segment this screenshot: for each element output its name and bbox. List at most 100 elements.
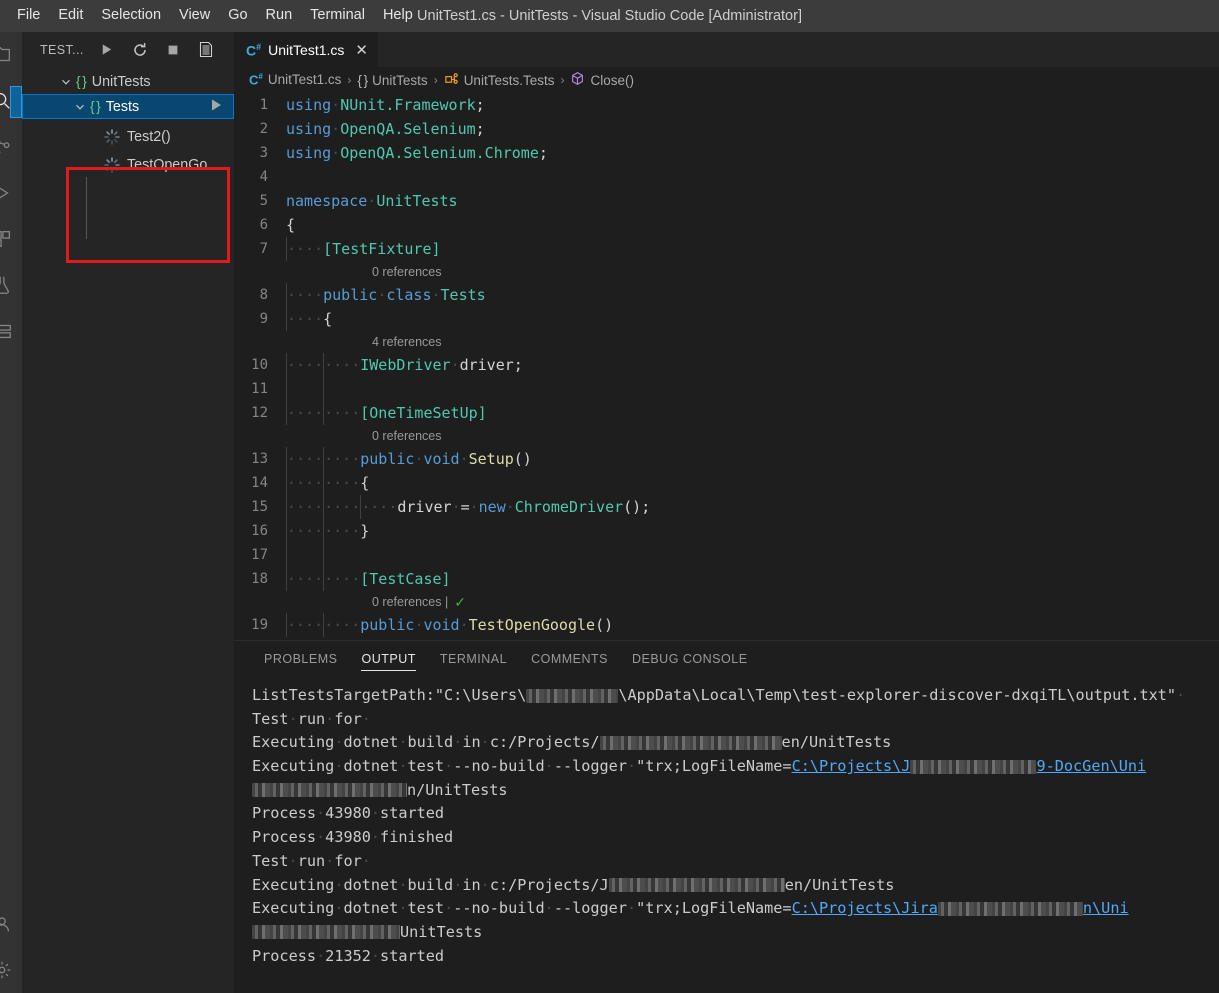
output-line: n/UnitTests	[252, 779, 1219, 803]
codelens-test-passed-icon[interactable]: ✓	[454, 590, 466, 614]
code-line[interactable]: 17	[234, 543, 1219, 567]
panel-tab-problems[interactable]: PROBLEMS	[252, 641, 349, 676]
output-line: Executing·dotnet·test·--no-build·--logge…	[252, 757, 1147, 776]
run-suite-button[interactable]	[208, 97, 224, 117]
code-line[interactable]: 2 using·OpenQA.Selenium;	[234, 117, 1219, 141]
code-text: ········{	[286, 471, 369, 495]
code-line[interactable]: 13 ········public·void·Setup()	[234, 447, 1219, 471]
stop-tests-button[interactable]	[163, 40, 183, 60]
line-number: 11	[251, 381, 268, 397]
code-line[interactable]: 9 ····{	[234, 307, 1219, 331]
menu-item-help[interactable]: Help	[374, 3, 422, 28]
breadcrumb-item-namespace[interactable]: { } UnitTests	[357, 73, 427, 88]
tree-item-unittests[interactable]: { } UnitTests	[22, 69, 234, 94]
close-icon[interactable]: ✕	[355, 43, 368, 58]
codelens-label[interactable]: 0 references	[286, 260, 441, 284]
codelens-references[interactable]: 0 references	[234, 425, 1219, 447]
tree-item-tests[interactable]: { } Tests	[22, 94, 234, 119]
testing-icon[interactable]	[0, 262, 20, 308]
code-line[interactable]: 1 using·NUnit.Framework;	[234, 93, 1219, 117]
code-text: namespace·UnitTests	[286, 192, 458, 210]
panel-tab-output[interactable]: OUTPUT	[349, 641, 427, 676]
panel-tab-debug-console[interactable]: DEBUG CONSOLE	[620, 641, 760, 676]
code-line[interactable]: 5 namespace·UnitTests	[234, 189, 1219, 213]
activity-bar	[0, 32, 22, 993]
output-line: Process·43980·started	[252, 804, 445, 823]
csharp-file-icon: C#	[249, 72, 263, 88]
line-number: 10	[251, 357, 268, 373]
breadcrumb-item-class[interactable]: UnitTests.Tests	[444, 71, 554, 89]
codelens-references[interactable]: 0 references	[234, 261, 1219, 283]
menu-item-terminal[interactable]: Terminal	[301, 3, 374, 28]
remote-explorer-icon[interactable]	[0, 308, 20, 354]
output-line: Test·run·for·	[252, 851, 371, 870]
menu-item-file[interactable]: File	[8, 3, 49, 28]
code-line[interactable]: 14 ········{	[234, 471, 1219, 495]
menu-item-go[interactable]: Go	[219, 3, 256, 28]
codelens-label[interactable]: 0 references |	[286, 590, 448, 614]
code-line[interactable]: 4	[234, 165, 1219, 189]
code-line[interactable]: 10 ········IWebDriver·driver;	[234, 353, 1219, 377]
code-line[interactable]: 11	[234, 377, 1219, 401]
code-line[interactable]: 18 ········[TestCase]	[234, 567, 1219, 591]
code-line[interactable]: 3 using·OpenQA.Selenium.Chrome;	[234, 141, 1219, 165]
show-test-output-button[interactable]	[196, 40, 216, 60]
codelens-label[interactable]: 0 references	[286, 424, 441, 448]
chevron-down-icon[interactable]	[72, 99, 88, 115]
output-view[interactable]: ListTestsTargetPath:"C:\Users\ \AppData\L…	[234, 676, 1219, 993]
menu-item-run[interactable]: Run	[257, 3, 302, 28]
tree-item-label: UnitTests	[91, 73, 151, 90]
code-line[interactable]: 16 ········}	[234, 519, 1219, 543]
code-line[interactable]: 12 ········[OneTimeSetUp]	[234, 401, 1219, 425]
list-item-label: Test2()	[127, 129, 171, 145]
menu-item-selection[interactable]: Selection	[92, 3, 170, 28]
code-line[interactable]: 7 ····[TestFixture]	[234, 237, 1219, 261]
refresh-tests-button[interactable]	[130, 40, 150, 60]
code-line[interactable]: 15 ············driver·=·new·ChromeDriver(…	[234, 495, 1219, 519]
editor-group: C# UnitTest1.cs ✕ C# UnitTest1.cs › { } …	[234, 32, 1219, 993]
tab-unittest1-cs[interactable]: C# UnitTest1.cs ✕	[234, 32, 379, 67]
breadcrumb-label: UnitTests	[372, 72, 428, 88]
chevron-down-icon[interactable]	[58, 74, 74, 90]
breadcrumb-separator: ›	[347, 73, 352, 87]
sidebar-header: TEST...	[22, 32, 234, 67]
code-text: using·OpenQA.Selenium.Chrome;	[286, 144, 548, 162]
run-all-tests-button[interactable]	[97, 40, 117, 60]
explorer-icon[interactable]	[0, 32, 20, 78]
namespace-braces-icon: { }	[76, 74, 87, 89]
test-running-spinner-icon	[104, 129, 120, 145]
settings-gear-icon[interactable]	[0, 947, 20, 993]
code-line[interactable]: 8 ····public·class·Tests	[234, 283, 1219, 307]
menu-bar: File Edit Selection View Go Run Terminal Help	[0, 3, 422, 28]
breadcrumb-item-method[interactable]: Close()	[570, 71, 634, 89]
code-line[interactable]: 6{	[234, 213, 1219, 237]
source-control-icon[interactable]	[0, 124, 20, 170]
menu-item-view[interactable]: View	[170, 3, 219, 28]
namespace-braces-icon: { }	[357, 72, 368, 88]
codelens-label[interactable]: 4 references	[286, 330, 441, 354]
search-icon[interactable]	[0, 78, 22, 124]
run-and-debug-icon[interactable]	[0, 170, 20, 216]
code-text: ········}	[286, 519, 369, 543]
codelens-references[interactable]: 4 references	[234, 331, 1219, 353]
extensions-icon[interactable]	[0, 216, 20, 262]
breadcrumb-item-file[interactable]: C# UnitTest1.cs	[249, 72, 341, 87]
code-text: ············driver·=·new·ChromeDriver();	[286, 495, 650, 519]
account-icon[interactable]	[0, 901, 20, 947]
menu-item-edit[interactable]: Edit	[49, 3, 92, 28]
line-number: 4	[259, 169, 268, 185]
line-number: 9	[259, 311, 268, 327]
breadcrumb-label: UnitTest1.cs	[267, 72, 342, 88]
sidebar-title: TEST...	[40, 42, 84, 57]
panel-tab-comments[interactable]: COMMENTS	[519, 641, 620, 676]
panel-tab-terminal[interactable]: TERMINAL	[428, 641, 519, 676]
code-editor[interactable]: 1 using·NUnit.Framework; 2 using·OpenQA.Sel…	[234, 93, 1219, 640]
line-number: 14	[251, 475, 268, 491]
code-line[interactable]: 19 ········public·void·TestOpenGoogle()	[234, 613, 1219, 637]
list-item-testopengoogle[interactable]: TestOpenGo...	[22, 151, 234, 179]
list-item-test2[interactable]: Test2()	[22, 123, 234, 151]
line-number: 3	[259, 145, 268, 161]
code-text: ····[TestFixture]	[286, 237, 441, 261]
output-line: Process·21352·started	[252, 946, 445, 965]
codelens-references[interactable]: 0 references | ✓	[234, 591, 1219, 613]
